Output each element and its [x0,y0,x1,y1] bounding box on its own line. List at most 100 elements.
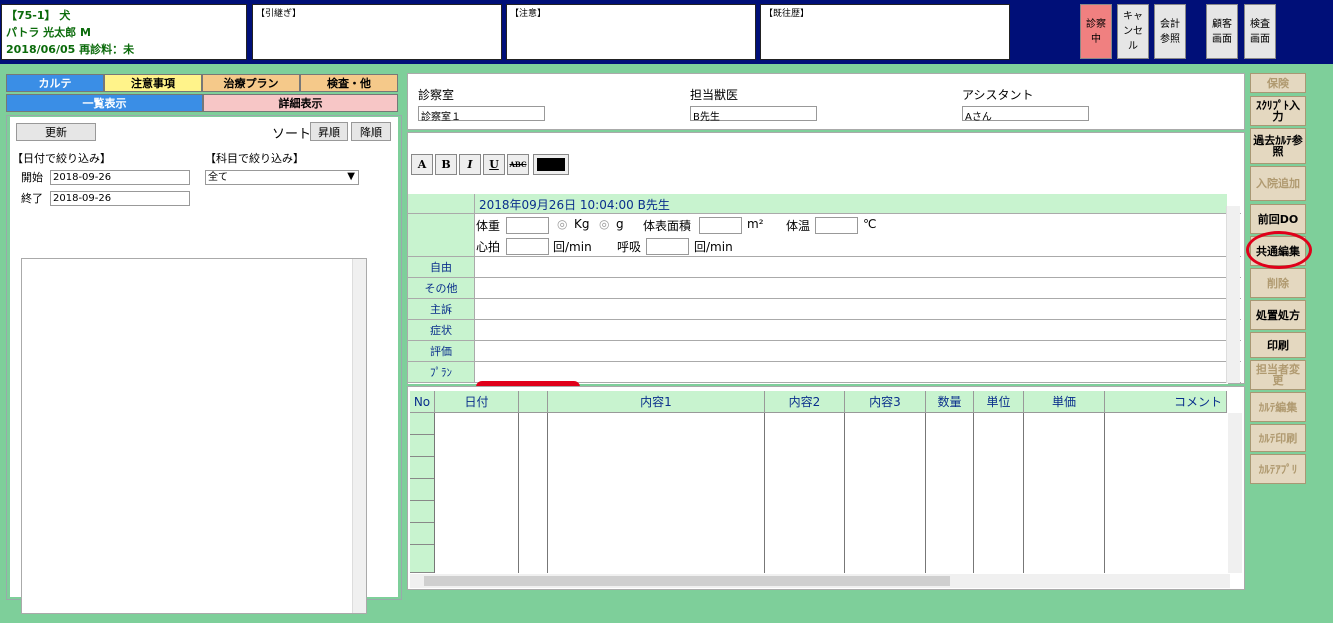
tab-list-view[interactable]: 一覧表示 [6,94,203,112]
start-label: 開始 [21,171,43,184]
exam-screen-button[interactable]: 検査画面 [1244,4,1276,59]
strike-button[interactable]: ABC [507,154,529,175]
g-radio[interactable]: ◎ [599,217,609,231]
record-header: 2018年09月26日 10:04:00 B先生 [475,194,1227,213]
record-scrollbar[interactable] [1226,206,1240,383]
weight-label: 体重 [476,219,501,233]
tab-caution[interactable]: 注意事項 [104,74,202,92]
resp-label: 呼吸 [617,240,642,254]
doctor-input[interactable]: B先生 [690,106,817,123]
sort-desc-button[interactable]: 降順 [351,122,391,141]
karte-edit-button[interactable]: ｶﾙﾃ編集 [1250,392,1306,422]
sort-asc-button[interactable]: 昇順 [310,122,348,141]
in-consultation-button[interactable]: 診察中 [1080,4,1112,59]
date-filter-label: 【日付で絞り込み】 [12,152,111,165]
past-karte-button[interactable]: 過去ｶﾙﾃ参照 [1250,128,1306,164]
assistant-input[interactable]: Aさん [962,106,1089,123]
room-input[interactable]: 診察室１ [418,106,545,123]
temp-input[interactable] [815,217,858,234]
underline-button[interactable]: U [483,154,505,175]
resp-unit: 回/min [694,240,733,254]
italic-button[interactable]: I [459,154,481,175]
format-toolbar: A B I U ABC [411,154,569,176]
vitals-row: 体重 ◎ Kg ◎ g 体表面積 m² 体温 ℃ 心拍 回/min 呼吸 回/m… [475,214,1227,256]
previous-do-button[interactable]: 前回DO [1250,204,1306,234]
tab-exam-other[interactable]: 検査・他 [300,74,398,92]
patient-visit: 2018/06/05 再診料：未 [6,43,135,56]
end-label: 終了 [21,192,43,205]
treatment-button[interactable]: 処置処方 [1250,300,1306,330]
col-quantity: 数量 [926,391,974,413]
start-date-input[interactable]: 2018-09-26 [50,170,190,185]
tab-treatment-plan[interactable]: 治療プラン [202,74,300,92]
admission-add-button[interactable]: 入院追加 [1250,166,1306,201]
col-unit: 単位 [974,391,1024,413]
font-size-button[interactable]: A [411,154,433,175]
tab-karte[interactable]: カルテ [6,74,104,92]
resp-input[interactable] [646,238,689,255]
end-date-input[interactable]: 2018-09-26 [50,191,190,206]
staff-area: 診察室 診察室１ 担当獣医 B先生 アシスタント Aさん [407,73,1245,130]
customer-screen-button[interactable]: 顧客画面 [1206,4,1238,59]
col-date: 日付 [435,391,519,413]
col-price: 単価 [1024,391,1105,413]
col-blank [519,391,548,413]
pulse-input[interactable] [506,238,549,255]
bold-button[interactable]: B [435,154,457,175]
script-input-button[interactable]: ｽｸﾘﾌﾟﾄ入力 [1250,96,1306,126]
change-staff-button[interactable]: 担当者変更 [1250,360,1306,390]
kg-radio[interactable]: ◎ [557,217,567,231]
weight-input[interactable] [506,217,549,234]
print-button[interactable]: 印刷 [1250,332,1306,358]
center-panel: 診察室 診察室１ 担当獣医 B先生 アシスタント Aさん A B I U ABC… [407,73,1245,590]
assistant-label: アシスタント [962,88,1034,102]
subject-select[interactable]: 全て ▼ [205,170,359,185]
order-table: No 日付 内容1 内容2 内容3 数量 単位 単価 コメント [407,386,1245,590]
karte-print-button[interactable]: ｶﾙﾃ印刷 [1250,424,1306,452]
order-hscrollbar[interactable] [410,574,1230,588]
list-scrollbar[interactable] [352,259,366,613]
row-plan[interactable]: ﾌﾟﾗﾝ [408,362,1241,383]
left-panel: カルテ 注意事項 治療プラン 検査・他 一覧表示 詳細表示 更新 ソート 昇順 … [6,73,402,614]
row-complaint[interactable]: 主訴 [408,299,1241,320]
order-vscrollbar[interactable] [1228,413,1242,573]
record-list[interactable] [21,258,367,614]
col-content2: 内容2 [765,391,845,413]
dropdown-arrow-icon: ▼ [347,171,355,182]
cancel-button[interactable]: キャンセル [1117,4,1149,59]
patient-name: パトラ 光太郎 M [6,26,91,39]
caution-memo[interactable]: 【注意】 [506,4,756,60]
bsa-label: 体表面積 [643,219,692,233]
room-label: 診察室 [418,88,455,102]
record-table: 2018年09月26日 10:04:00 B先生 体重 ◎ Kg ◎ g 体表面… [408,194,1241,387]
col-comment: コメント [1105,391,1227,413]
pulse-label: 心拍 [476,240,501,254]
insurance-button[interactable]: 保険 [1250,73,1306,93]
bsa-unit: m² [747,217,764,231]
karte-app-button[interactable]: ｶﾙﾃｱﾌﾟﾘ [1250,454,1306,484]
subject-filter-label: 【科目で絞り込み】 [205,152,304,165]
temp-unit: ℃ [863,217,877,231]
row-assessment[interactable]: 評価 [408,341,1241,362]
temp-label: 体温 [786,219,811,233]
handover-memo[interactable]: 【引継ぎ】 [252,4,502,60]
tab-detail-view[interactable]: 詳細表示 [203,94,398,112]
patient-id: 【75-1】 犬 [6,9,71,22]
bsa-input[interactable] [699,217,742,234]
top-header: 【75-1】 犬 パトラ 光太郎 M 2018/06/05 再診料：未 【引継ぎ… [0,0,1333,64]
row-other[interactable]: その他 [408,278,1241,299]
kg-label: Kg [574,217,590,231]
g-label: g [616,217,624,231]
row-symptom[interactable]: 症状 [408,320,1241,341]
sort-label: ソート [272,127,312,142]
doctor-label: 担当獣医 [690,88,739,102]
col-content3: 内容3 [845,391,926,413]
text-color-button[interactable] [533,154,569,175]
accounting-button[interactable]: 会計参照 [1154,4,1186,59]
history-memo[interactable]: 【既往歴】 [760,4,1010,60]
delete-button[interactable]: 削除 [1250,268,1306,298]
row-free[interactable]: 自由 [408,257,1241,278]
col-no: No [410,391,435,413]
patient-info: 【75-1】 犬 パトラ 光太郎 M 2018/06/05 再診料：未 [1,4,247,60]
refresh-button[interactable]: 更新 [16,123,96,141]
